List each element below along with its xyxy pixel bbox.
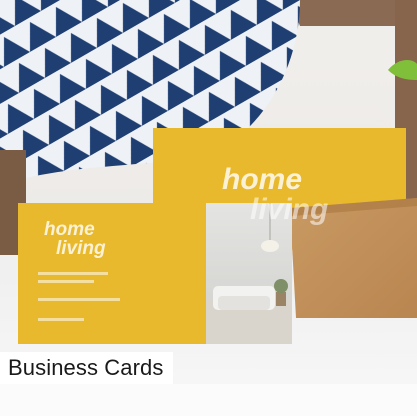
product-caption[interactable]: Business Cards	[0, 352, 174, 384]
front-card-brand-line2: living	[56, 238, 106, 259]
front-card-brand-line1: home	[44, 219, 95, 240]
product-tile-business-cards[interactable]: home living home living Business Cards	[0, 0, 417, 416]
front-card-brand-text: home living	[44, 220, 106, 258]
product-caption-label: Business Cards	[8, 355, 164, 380]
back-card-brand-line2: living	[250, 193, 329, 226]
bottom-strip	[0, 384, 417, 416]
back-card-brand-line1: home	[222, 163, 303, 196]
back-card-brand-text: home living	[222, 165, 328, 225]
